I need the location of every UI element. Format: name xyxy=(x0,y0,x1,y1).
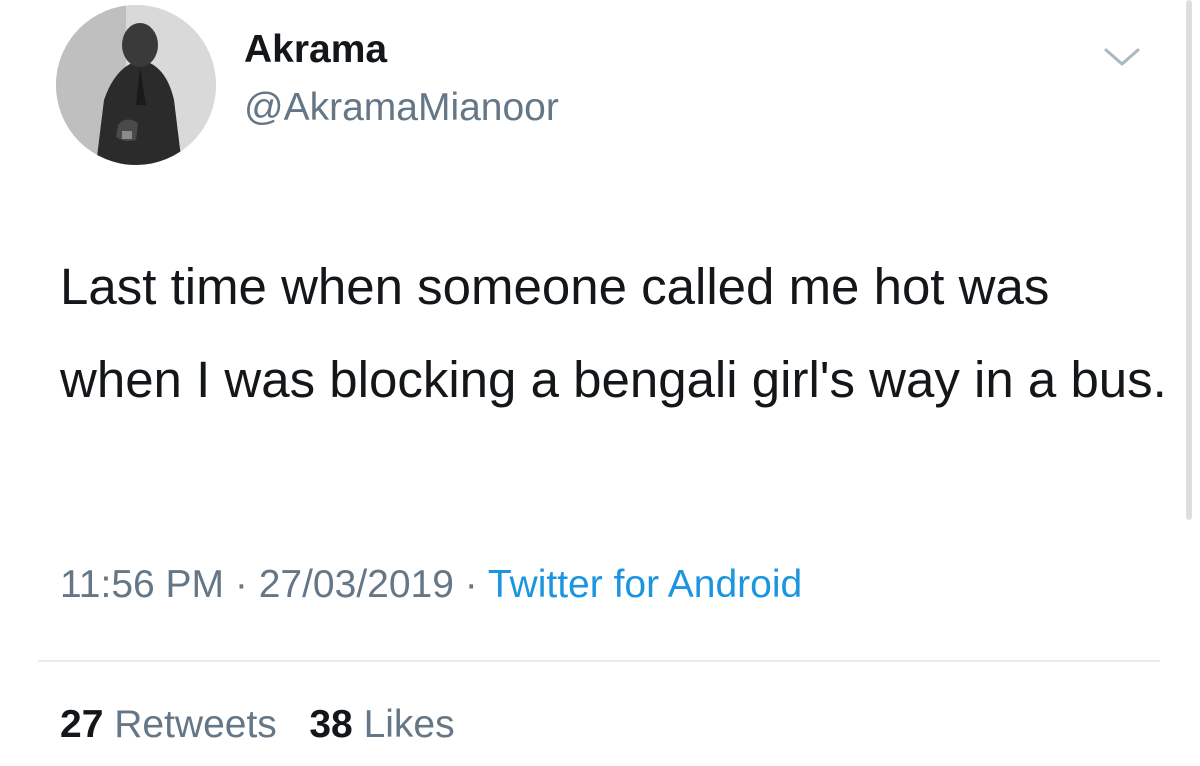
likes-stat[interactable]: 38 Likes xyxy=(309,703,454,746)
divider xyxy=(38,660,1160,662)
tweet-source-link[interactable]: Twitter for Android xyxy=(488,563,802,606)
tweet-meta: 11:56 PM · 27/03/2019 · Twitter for Andr… xyxy=(60,560,802,610)
display-name[interactable]: Akrama xyxy=(244,28,387,72)
likes-label: Likes xyxy=(363,703,455,746)
retweets-count: 27 xyxy=(60,703,104,746)
likes-count: 38 xyxy=(309,703,353,746)
tweet-detail: Akrama @AkramaMianoor Last time when som… xyxy=(0,0,1200,766)
avatar-photo-icon xyxy=(56,5,216,165)
scrollbar[interactable] xyxy=(1186,0,1192,520)
chevron-down-icon[interactable] xyxy=(1100,40,1144,74)
retweets-stat[interactable]: 27 Retweets xyxy=(60,703,277,746)
meta-separator: · xyxy=(453,563,488,606)
meta-separator: · xyxy=(224,563,259,606)
user-handle[interactable]: @AkramaMianoor xyxy=(244,86,559,130)
tweet-date: 27/03/2019 xyxy=(258,563,454,606)
tweet-stats: 27 Retweets 38 Likes xyxy=(60,700,455,750)
retweets-label: Retweets xyxy=(114,703,277,746)
tweet-text: Last time when someone called me hot was… xyxy=(60,258,1167,408)
tweet-time: 11:56 PM xyxy=(60,563,225,606)
avatar[interactable] xyxy=(56,5,216,165)
